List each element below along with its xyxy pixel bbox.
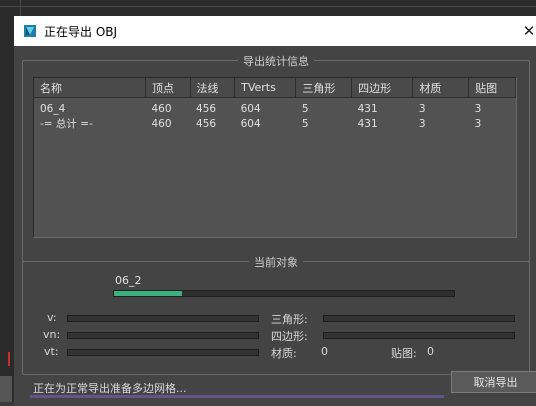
maps-value: 0: [427, 345, 434, 358]
table-cell: 06_4: [40, 103, 66, 115]
export-obj-dialog: 正在导出 OBJ ✕ 导出统计信息 名称 顶点 法线 TVerts 三角形 四边…: [14, 16, 536, 406]
current-object-group: 当前对象 06_2 v: vn: vt: 三角形: 四边形: 材质: 0 贴图:…: [22, 256, 530, 375]
materials-label: 材质:: [271, 347, 297, 360]
table-cell: 460: [151, 117, 172, 130]
table-cell: 460: [151, 103, 172, 115]
materials-value: 0: [321, 345, 328, 358]
table-cell: 3: [474, 103, 482, 115]
group-title: 当前对象: [249, 256, 303, 269]
table-row-total[interactable]: -= 总计 =- 460 456 604 5 431 3 3: [34, 116, 516, 131]
column-header[interactable]: 贴图: [468, 78, 516, 98]
title-bar[interactable]: 正在导出 OBJ ✕: [14, 16, 536, 46]
table-cell: 3: [418, 103, 426, 115]
table-cell: 456: [196, 117, 217, 130]
stats-table[interactable]: 名称 顶点 法线 TVerts 三角形 四边形 材质 贴图 06_4 460 4: [33, 77, 517, 238]
v-label: v:: [47, 311, 57, 324]
column-header[interactable]: 四边形: [351, 78, 414, 98]
table-row[interactable]: 06_4 460 456 604 5 431 3 3: [34, 98, 516, 117]
viewport-panel: [0, 376, 12, 402]
vn-progress-bar: [67, 332, 259, 339]
v-progress-bar: [67, 315, 259, 322]
triangles-label: 三角形:: [271, 313, 308, 326]
quads-progress-bar: [323, 332, 515, 339]
table-cell: 431: [357, 117, 378, 130]
cancel-export-button[interactable]: 取消导出: [451, 371, 536, 393]
table-cell: 456: [196, 103, 217, 115]
table-cell: 431: [357, 103, 378, 115]
vt-progress-bar: [67, 349, 259, 356]
table-cell: -= 总计 =-: [40, 118, 93, 130]
column-header[interactable]: 名称: [34, 78, 146, 98]
table-header-row: 名称 顶点 法线 TVerts 三角形 四边形 材质 贴图: [34, 78, 516, 98]
maps-label: 贴图:: [391, 347, 417, 360]
object-progress-bar: [113, 290, 455, 297]
column-header[interactable]: 法线: [190, 78, 236, 98]
app-icon: [24, 25, 36, 37]
vn-label: vn:: [43, 328, 61, 341]
current-object-name: 06_2: [115, 274, 142, 287]
table-cell: 3: [474, 117, 482, 130]
table-cell: 5: [301, 103, 309, 115]
vt-label: vt:: [44, 345, 59, 358]
viewport-marker: [8, 352, 10, 366]
group-title: 导出统计信息: [238, 55, 314, 68]
column-header[interactable]: 材质: [412, 78, 470, 98]
column-header[interactable]: TVerts: [234, 78, 297, 98]
window-title: 正在导出 OBJ: [44, 24, 118, 39]
table-cell: 3: [418, 117, 426, 130]
table-cell: 604: [240, 117, 261, 130]
close-button[interactable]: ✕: [514, 16, 536, 46]
progress-fill: [114, 291, 182, 296]
table-cell: 5: [301, 117, 309, 130]
export-stats-group: 导出统计信息 名称 顶点 法线 TVerts 三角形 四边形 材质 贴图 06_…: [22, 55, 530, 262]
column-header[interactable]: 三角形: [295, 78, 353, 98]
column-header[interactable]: 顶点: [145, 78, 191, 98]
status-progress-line: [30, 395, 444, 398]
viewport-grid-line: [0, 6, 536, 7]
quads-label: 四边形:: [271, 330, 308, 343]
table-cell: 604: [240, 103, 261, 115]
triangles-progress-bar: [323, 315, 515, 322]
status-message: 正在为正常导出准备多边网格...: [33, 382, 187, 395]
close-icon: ✕: [522, 22, 536, 40]
